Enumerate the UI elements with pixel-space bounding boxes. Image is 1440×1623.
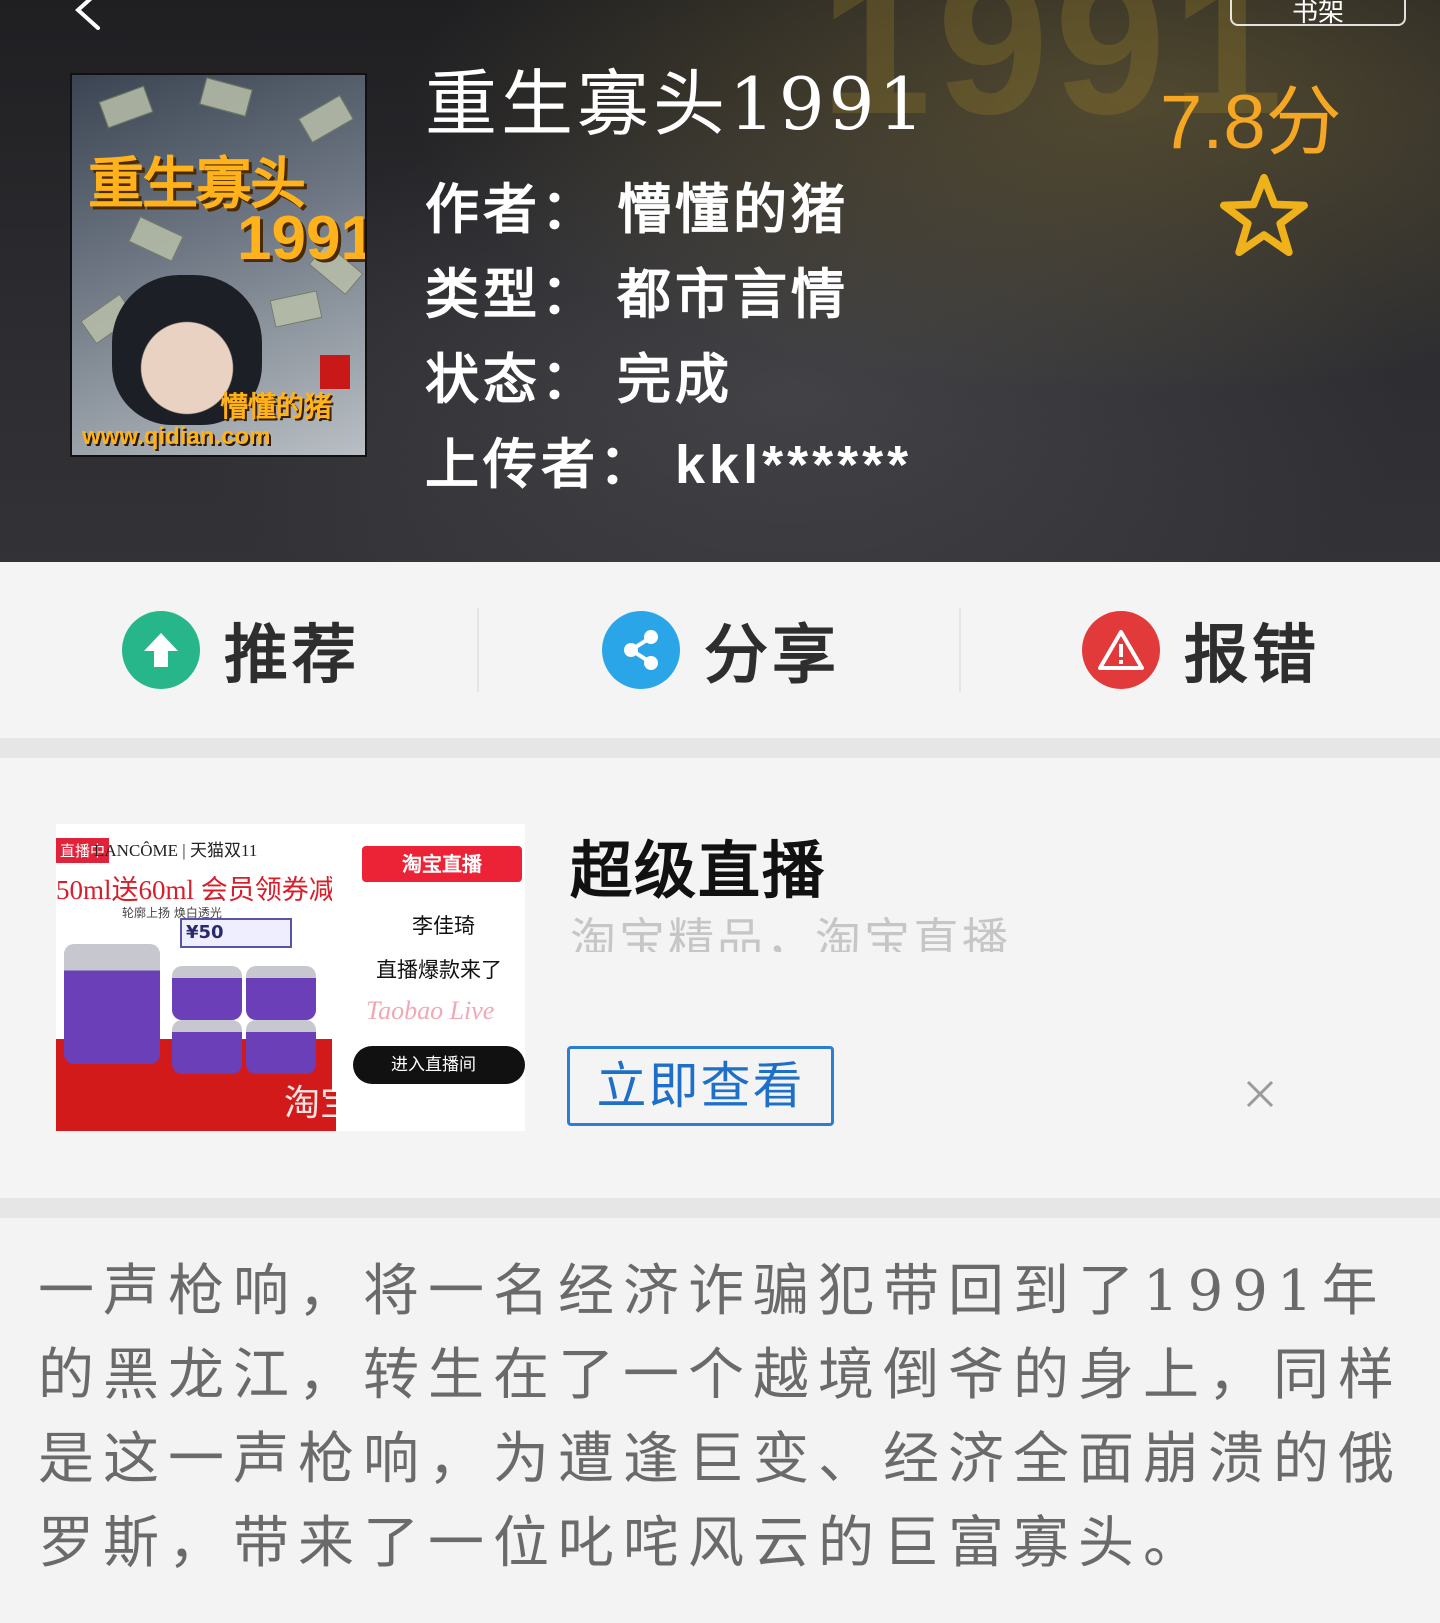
uploader-label: 上传者：: [425, 432, 657, 496]
status-label: 状态：: [425, 347, 599, 411]
ad-coupon: ¥50: [180, 918, 292, 948]
genre-label: 类型：: [425, 262, 599, 326]
product-jar: [246, 1020, 316, 1074]
ad-image[interactable]: 直播中 LANCÔME | 天猫双11 50ml送60ml 会员领券减¥50 轮…: [56, 824, 525, 1131]
book-cover: 重生寡头 1991 懵懂的猪 www.qidian.com: [70, 73, 367, 457]
ad-hot: 直播爆款来了: [376, 958, 502, 982]
genre-value: 都市言情: [617, 262, 849, 326]
arrow-left-icon[interactable]: [60, 0, 110, 30]
uploader-value: kkl******: [675, 435, 913, 495]
uploader-row: 上传者： kkl******: [425, 420, 912, 499]
share-nodes-icon: [602, 611, 680, 689]
warning-triangle-icon: [1082, 611, 1160, 689]
ad-subtitle-wrap: 淘宝精品，淘宝直播: [570, 908, 1170, 952]
star-outline-icon[interactable]: [1215, 172, 1313, 258]
rating-score: 7.8分: [1160, 80, 1342, 165]
ad-watermark: 淘宝精选广告: [284, 1083, 501, 1124]
cover-year: 1991: [237, 204, 367, 273]
cover-author: 懵懂的猪: [220, 390, 333, 423]
recommend-button[interactable]: 推荐: [122, 608, 360, 693]
bookshelf-button[interactable]: 书架: [1230, 0, 1406, 26]
ad-banner: 直播中 LANCÔME | 天猫双11 50ml送60ml 会员领券减¥50 轮…: [0, 758, 1440, 1198]
close-x-icon[interactable]: [1244, 1078, 1276, 1110]
divider: [959, 608, 961, 692]
share-label: 分享: [704, 618, 840, 693]
ad-title: 超级直播: [570, 834, 827, 907]
status-row: 状态： 完成: [425, 335, 733, 414]
ad-promo: 50ml送60ml 会员领券减¥50: [56, 875, 377, 905]
ad-host: 李佳琦: [412, 914, 475, 938]
author-value[interactable]: 懵懂的猪: [617, 165, 849, 244]
author-label: 作者：: [425, 177, 599, 241]
book-description: 一声枪响，将一名经济诈骗犯带回到了1991年的黑龙江，转生在了一个越境倒爷的身上…: [38, 1259, 1403, 1576]
ad-subtitle: 淘宝精品，淘宝直播: [570, 913, 1011, 952]
divider: [477, 608, 479, 692]
ad-script: Taobao Live: [366, 996, 495, 1025]
share-button[interactable]: 分享: [602, 608, 840, 693]
product-jar: [64, 944, 160, 1064]
product-jar: [246, 966, 316, 1020]
cover-site: www.qidian.com: [82, 423, 271, 450]
section-gap: [0, 1198, 1440, 1218]
status-value: 完成: [617, 347, 733, 411]
report-error-button[interactable]: 报错: [1082, 608, 1320, 693]
arrow-up-circle-icon: [122, 611, 200, 689]
action-bar: 推荐 分享 报错: [0, 562, 1440, 738]
ad-view-now-button[interactable]: 立即查看: [567, 1046, 834, 1126]
genre-row: 类型： 都市言情: [425, 250, 849, 329]
report-error-label: 报错: [1184, 618, 1320, 693]
author-row: 作者： 懵懂的猪: [425, 165, 849, 244]
ad-brand: LANCÔME | 天猫双11: [94, 841, 258, 860]
cover-stamp: [320, 355, 350, 389]
section-gap: [0, 738, 1440, 758]
product-jar: [172, 1020, 242, 1074]
book-header: 1991 书架 重生寡头 1991 懵懂的猪 www.qidian.com 重生…: [0, 0, 1440, 562]
recommend-label: 推荐: [224, 618, 360, 693]
product-jar: [172, 966, 242, 1020]
book-title: 重生寡头1991: [425, 62, 929, 146]
ad-live-badge: 淘宝直播: [362, 846, 522, 882]
